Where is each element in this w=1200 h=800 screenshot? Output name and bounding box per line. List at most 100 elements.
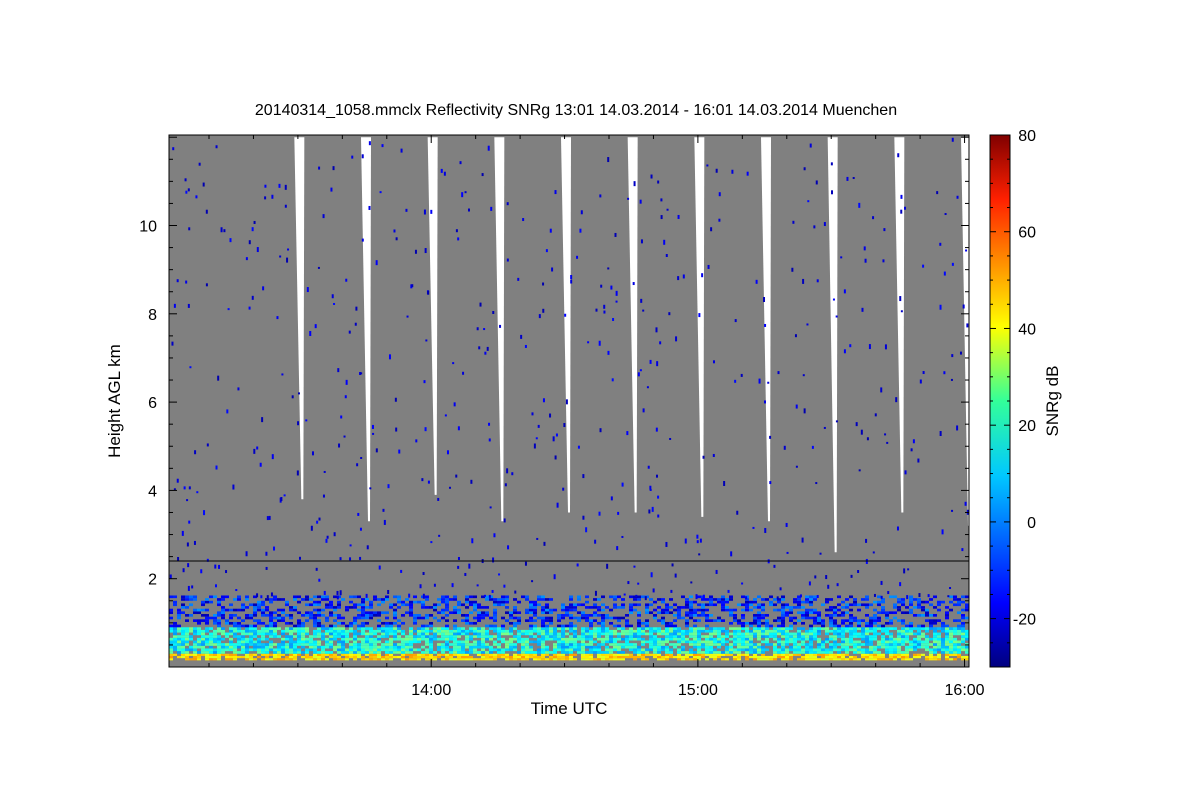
echo-cell [597, 629, 601, 633]
echo-cell [341, 658, 345, 661]
echo-cell [221, 632, 225, 636]
echo-cell [885, 632, 889, 636]
echo-cell [613, 655, 617, 659]
echo-cell [393, 632, 397, 636]
echo-cell [669, 632, 673, 636]
echo-cell [673, 614, 677, 617]
echo-cell [401, 653, 405, 656]
echo-cell [737, 651, 741, 654]
echo-cell [353, 635, 357, 638]
noise-pixel [809, 143, 812, 148]
echo-cell [961, 648, 965, 652]
echo-cell [853, 619, 857, 622]
noise-pixel [665, 541, 668, 547]
echo-cell [465, 614, 469, 617]
echo-cell [825, 608, 829, 612]
echo-column [849, 595, 853, 661]
echo-cell [565, 624, 569, 628]
noise-pixel [542, 308, 545, 313]
echo-cell [913, 614, 917, 617]
echo-cell [289, 648, 293, 652]
echo-cell [713, 619, 717, 622]
echo-cell [589, 635, 593, 638]
echo-cell [753, 651, 757, 654]
echo-cell [681, 616, 685, 620]
echo-cell [573, 632, 577, 636]
echo-cell [409, 645, 413, 649]
noise-pixel [206, 443, 209, 447]
echo-cell [705, 653, 709, 656]
echo-cell [461, 640, 465, 644]
echo-cell [749, 637, 753, 641]
echo-cell [637, 648, 641, 652]
echo-cell [949, 595, 953, 599]
echo-cell [245, 598, 249, 601]
echo-cell [797, 635, 801, 638]
echo-cell [289, 653, 293, 656]
noise-pixel [483, 328, 486, 331]
echo-cell [641, 655, 645, 659]
echo-cell [385, 611, 389, 615]
echo-cell [793, 653, 797, 656]
echo-cell [229, 637, 233, 641]
echo-cell [581, 640, 585, 644]
noise-pixel [872, 551, 875, 554]
echo-cell [649, 653, 653, 656]
echo-cell [581, 643, 585, 646]
echo-cell [961, 614, 965, 617]
echo-cell [777, 632, 781, 636]
echo-cell [261, 643, 265, 646]
echo-cell [281, 611, 285, 615]
echo-cell [765, 624, 769, 628]
noise-pixel [355, 306, 358, 311]
echo-cell [589, 653, 593, 656]
echo-cell [357, 648, 361, 652]
noise-pixel [907, 568, 910, 571]
echo-cell [849, 616, 853, 620]
echo-cell [625, 614, 629, 617]
echo-cell [801, 658, 805, 661]
echo-cell [337, 645, 341, 649]
echo-cell [465, 595, 469, 599]
echo-cell [197, 621, 201, 625]
echo-cell [485, 643, 489, 646]
echo-cell [665, 611, 669, 615]
echo-cell [597, 651, 601, 654]
echo-cell [177, 614, 181, 617]
noise-pixel [899, 582, 902, 587]
echo-cell [929, 651, 933, 654]
echo-cell [501, 595, 505, 599]
echo-cell [285, 643, 289, 646]
echo-cell [377, 627, 381, 630]
echo-cell [429, 635, 433, 638]
echo-cell [509, 655, 513, 659]
noise-pixel [357, 512, 360, 516]
echo-cell [757, 632, 761, 636]
echo-cell [545, 603, 549, 607]
noise-pixel [850, 574, 853, 578]
echo-cell [609, 621, 613, 625]
echo-cell [353, 640, 357, 644]
echo-cell [337, 629, 341, 633]
echo-cell [329, 632, 333, 636]
echo-cell [789, 632, 793, 636]
echo-cell [921, 624, 925, 628]
echo-cell [869, 629, 873, 633]
echo-cell [285, 651, 289, 654]
echo-cell [629, 655, 633, 659]
echo-cell [245, 614, 249, 617]
echo-cell [473, 645, 477, 649]
echo-cell [277, 616, 281, 620]
noise-pixel [808, 581, 811, 586]
echo-cell [917, 640, 921, 644]
echo-cell [405, 651, 409, 654]
echo-cell [497, 627, 501, 630]
echo-cell [221, 598, 225, 601]
echo-cell [477, 614, 481, 617]
echo-cell [709, 627, 713, 630]
echo-cell [373, 629, 377, 633]
noise-pixel [610, 285, 613, 290]
echo-cell [549, 627, 553, 630]
echo-cell [457, 632, 461, 636]
echo-cell [877, 655, 881, 659]
